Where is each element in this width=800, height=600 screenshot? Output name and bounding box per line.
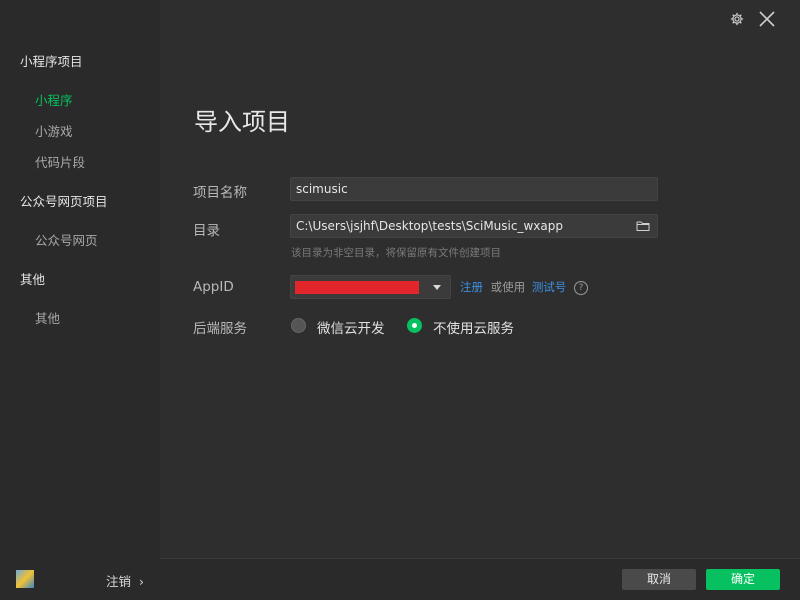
sidebar-item-minigame[interactable]: 小游戏 (35, 121, 73, 140)
or-use-text: 或使用 (490, 280, 526, 294)
close-icon[interactable] (758, 10, 776, 28)
gear-icon[interactable] (730, 12, 744, 26)
radio-no-cloud[interactable] (407, 318, 422, 333)
avatar[interactable] (16, 570, 34, 588)
confirm-button[interactable]: 确定 (706, 569, 780, 590)
directory-label: 目录 (193, 223, 220, 239)
appid-redacted-value (295, 281, 419, 294)
sidebar-item-other[interactable]: 其他 (35, 308, 60, 327)
chevron-right-icon: › (139, 574, 144, 589)
project-name-input[interactable]: scimusic (290, 177, 658, 201)
directory-input[interactable]: C:\Users\jsjhf\Desktop\tests\SciMusic_wx… (290, 214, 658, 238)
radio-wechat-cloud-label[interactable]: 微信云开发 (317, 317, 385, 337)
register-link[interactable]: 注册 (460, 280, 483, 294)
test-account-link[interactable]: 测试号 (532, 280, 567, 294)
sidebar-group-other: 其他 (20, 272, 46, 287)
sidebar-item-code-snippet[interactable]: 代码片段 (35, 152, 85, 171)
help-circle-icon[interactable]: ? (573, 280, 588, 295)
directory-value: C:\Users\jsjhf\Desktop\tests\SciMusic_wx… (296, 219, 563, 233)
sidebar: 小程序项目 小程序 小游戏 代码片段 公众号网页项目 公众号网页 其他 其他 注… (0, 0, 160, 600)
main-panel: 导入项目 项目名称 scimusic 目录 C:\Users\jsjhf\Des… (160, 0, 800, 558)
sidebar-item-miniprogram[interactable]: 小程序 (35, 90, 73, 109)
appid-select[interactable] (290, 275, 451, 299)
sidebar-group-miniprogram: 小程序项目 (20, 54, 83, 69)
logout-label: 注销 (106, 574, 132, 589)
cancel-button[interactable]: 取消 (622, 569, 696, 590)
sidebar-group-official-web: 公众号网页项目 (20, 194, 108, 209)
directory-hint: 该目录为非空目录，将保留原有文件创建项目 (291, 247, 501, 259)
user-row: 注销 › (16, 570, 150, 590)
backend-label: 后端服务 (193, 321, 247, 337)
radio-no-cloud-label[interactable]: 不使用云服务 (433, 317, 514, 337)
chevron-down-icon (433, 285, 441, 290)
folder-icon[interactable] (636, 220, 650, 232)
dialog-footer: 取消 确定 (160, 558, 800, 600)
page-title: 导入项目 (194, 108, 290, 136)
project-name-label: 项目名称 (193, 185, 247, 201)
sidebar-item-official-web[interactable]: 公众号网页 (35, 230, 98, 249)
appid-label: AppID (193, 279, 234, 295)
logout-button[interactable]: 注销 › (106, 571, 144, 590)
appid-links: 注册 或使用 测试号 ? (460, 279, 588, 295)
radio-wechat-cloud[interactable] (291, 318, 306, 333)
